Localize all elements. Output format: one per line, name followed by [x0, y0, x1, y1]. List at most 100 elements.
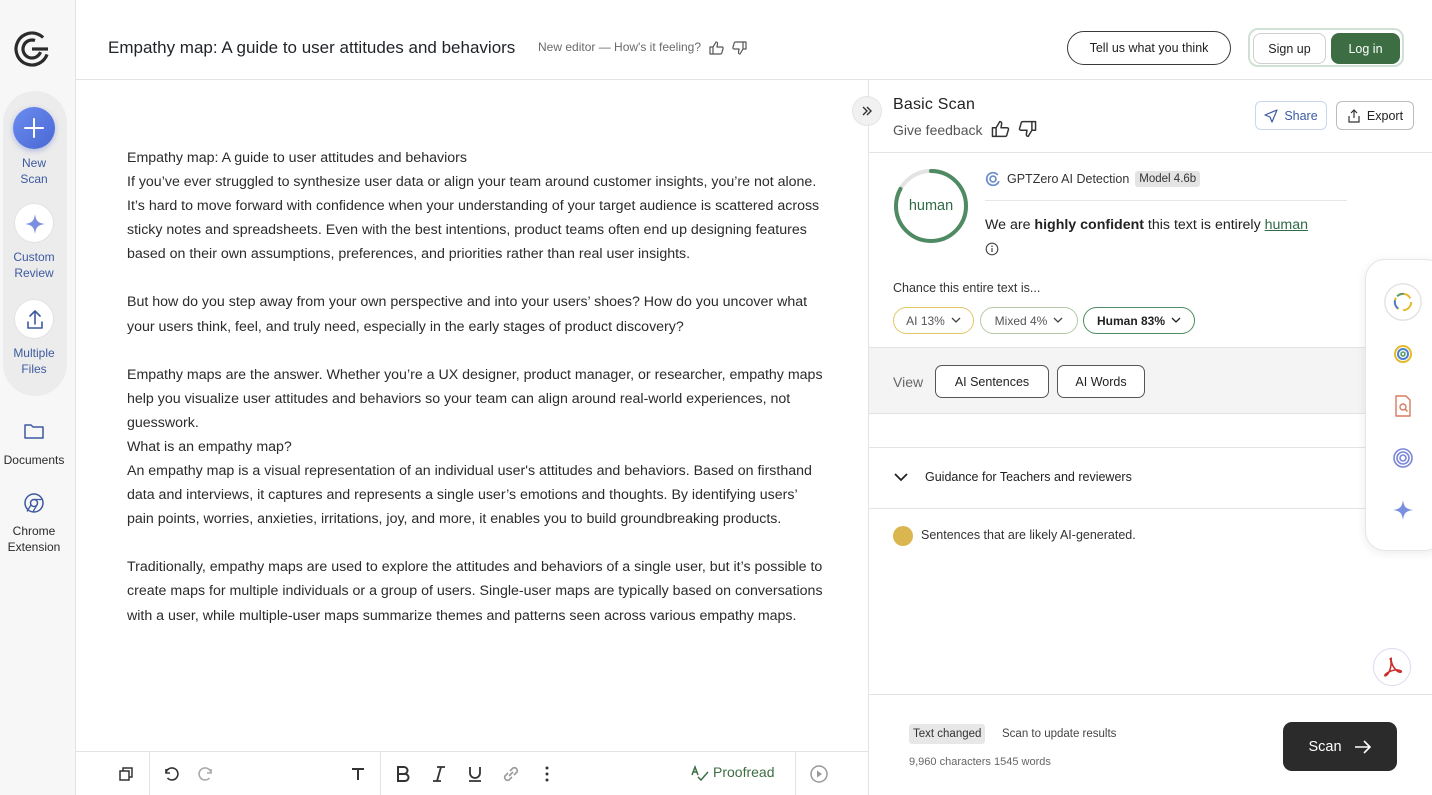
give-feedback: Give feedback [893, 120, 1038, 138]
underline-button[interactable] [463, 762, 487, 786]
documents-button[interactable]: Documents [0, 420, 68, 468]
app-root: New Scan Custom Review Multiple Files Do… [0, 0, 1432, 795]
link-icon [503, 766, 519, 782]
document-body[interactable]: Empathy map: A guide to user attitudes a… [127, 146, 827, 628]
ai-scan-icon [1384, 283, 1422, 321]
give-feedback-label: Give feedback [893, 122, 983, 138]
more-options-button[interactable] [535, 762, 559, 786]
rings-icon [1394, 345, 1412, 363]
guidance-toggle[interactable]: Guidance for Teachers and reviewers [893, 470, 1132, 484]
scan-footer: Text changed Scan to update results 9,96… [869, 694, 1432, 795]
divider [869, 152, 1432, 153]
fingerprint-icon [1393, 448, 1413, 468]
log-in-button[interactable]: Log in [1331, 33, 1400, 64]
tools-dock [1365, 259, 1432, 551]
new-scan-button[interactable]: New Scan [0, 107, 68, 187]
sparkle-icon [1393, 500, 1413, 520]
document-editor[interactable]: Empathy map: A guide to user attitudes a… [76, 80, 868, 752]
mixed-chance-chip[interactable]: Mixed 4% [980, 307, 1078, 334]
verdict-result[interactable]: human [1265, 217, 1308, 233]
thumbs-up-icon[interactable] [708, 41, 726, 55]
thumbs-down-icon[interactable] [1016, 120, 1038, 138]
editor-note-text: New editor — How's it feeling? [538, 40, 702, 54]
folder-icon [24, 424, 44, 439]
share-button[interactable]: Share [1255, 101, 1327, 130]
gptzero-logo-icon[interactable] [13, 30, 51, 68]
bold-button[interactable] [391, 762, 415, 786]
pdf-button[interactable] [1373, 648, 1411, 686]
dock-writing-report[interactable] [1383, 334, 1423, 374]
left-sidebar: New Scan Custom Review Multiple Files Do… [0, 0, 76, 795]
text-style-button[interactable] [346, 762, 370, 786]
underline-icon [469, 767, 481, 782]
sign-up-button[interactable]: Sign up [1253, 33, 1326, 64]
view-label: View [893, 374, 924, 390]
auth-buttons: Sign up Log in [1248, 28, 1404, 67]
tell-us-button[interactable]: Tell us what you think [1067, 31, 1231, 65]
chrome-icon [24, 493, 44, 513]
gauge-label: human [908, 198, 954, 214]
doc-paragraph: An empathy map is a visual representatio… [127, 463, 812, 528]
double-chevron-right-icon [862, 106, 872, 116]
more-vertical-icon [545, 766, 549, 782]
document-title[interactable]: Empathy map: A guide to user attitudes a… [108, 38, 515, 58]
editor-feedback-note: New editor — How's it feeling? [538, 40, 748, 55]
ai-sentences-button[interactable]: AI Sentences [935, 365, 1049, 398]
export-icon [1348, 108, 1360, 123]
dock-plagiarism[interactable] [1383, 386, 1423, 426]
custom-review-button[interactable]: Custom Review [0, 203, 68, 281]
dock-ai-assist[interactable] [1383, 490, 1423, 530]
spellcheck-icon [691, 765, 709, 782]
chrome-extension-button[interactable]: Chrome Extension [0, 491, 68, 555]
undo-icon [165, 767, 179, 781]
text-icon [352, 768, 364, 780]
new-scan-label-1: New [21, 156, 46, 170]
panel-title: Basic Scan [893, 96, 976, 113]
human-chip-label: Human 83% [1096, 313, 1166, 328]
play-button[interactable] [807, 762, 831, 786]
chevron-down-icon [951, 317, 961, 323]
redo-button[interactable] [195, 762, 219, 786]
chance-label: Chance this entire text is... [893, 281, 1041, 295]
ai-legend-dot [893, 526, 913, 546]
thumbs-down-icon[interactable] [730, 41, 748, 55]
divider [985, 200, 1347, 201]
multiple-files-button[interactable]: Multiple Files [0, 299, 68, 377]
scan-results-panel: Basic Scan Give feedback Share Export hu… [868, 80, 1432, 795]
italic-button[interactable] [427, 762, 451, 786]
chrome-label-2: Extension [7, 540, 61, 554]
undo-button[interactable] [158, 762, 182, 786]
redo-icon [198, 767, 212, 781]
copy-icon [119, 767, 133, 781]
doc-subheading: What is an empathy map? [127, 438, 292, 455]
detector-info: GPTZero AI Detection Model 4.6b [985, 171, 1201, 187]
share-label: Share [1284, 108, 1318, 123]
info-icon[interactable] [985, 242, 999, 256]
play-circle-icon [810, 765, 828, 783]
mixed-chip-label: Mixed 4% [994, 313, 1048, 328]
scan-update-message: Scan to update results [1002, 728, 1117, 740]
link-button[interactable] [499, 762, 523, 786]
chrome-label-1: Chrome [12, 524, 56, 538]
ai-words-button[interactable]: AI Words [1057, 365, 1145, 398]
human-chance-chip[interactable]: Human 83% [1083, 307, 1195, 334]
collapse-panel-button[interactable] [852, 96, 882, 126]
doc-paragraph: Traditionally, empathy maps are used to … [127, 559, 823, 624]
send-icon [1264, 108, 1278, 123]
character-word-count: 9,960 characters 1545 words [909, 756, 1051, 768]
proofread-button[interactable]: Proofread [691, 764, 774, 782]
legend-text: Sentences that are likely AI-generated. [921, 528, 1136, 542]
copy-button[interactable] [114, 762, 138, 786]
ai-chance-chip[interactable]: AI 13% [893, 307, 974, 334]
detector-name: GPTZero AI Detection [1007, 172, 1130, 186]
dock-ai-scan[interactable] [1383, 282, 1423, 322]
sparkle-icon [14, 203, 54, 243]
verdict-text: We are highly confident this text is ent… [985, 217, 1308, 233]
export-button[interactable]: Export [1336, 101, 1414, 130]
scan-button[interactable]: Scan [1283, 722, 1397, 771]
thumbs-up-icon[interactable] [990, 120, 1012, 138]
chevron-down-icon [894, 473, 908, 482]
model-badge: Model 4.6b [1135, 171, 1201, 187]
doc-paragraph: But how do you step away from your own p… [127, 294, 808, 335]
dock-origin[interactable] [1383, 438, 1423, 478]
